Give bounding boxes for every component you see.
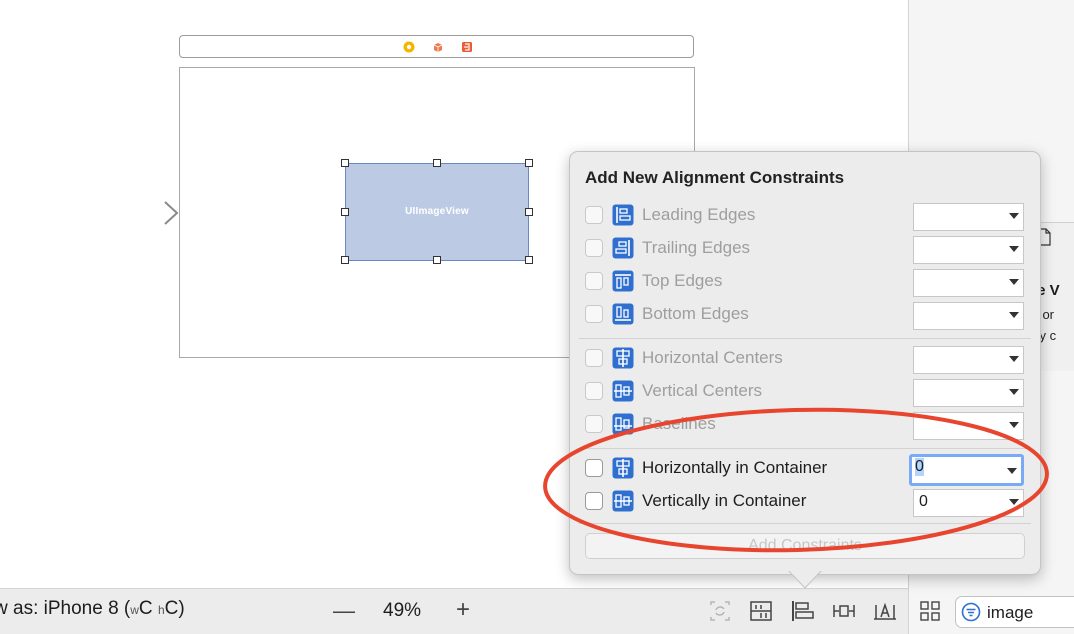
vertical-centers-checkbox[interactable]: [585, 382, 603, 400]
separator: [579, 523, 1031, 524]
chevron-down-icon[interactable]: [1009, 389, 1019, 395]
horizontal-centers-icon: [612, 347, 634, 369]
constraint-label: Bottom Edges: [642, 304, 749, 323]
baselines-checkbox[interactable]: [585, 415, 603, 433]
constraint-row-horizontally-in-container: Horizontally in Container 0: [584, 454, 1026, 486]
horizontally-in-container-icon: [612, 457, 634, 479]
separator: [579, 448, 1031, 449]
leading-edges-checkbox[interactable]: [585, 206, 603, 224]
size-class-prefix: h: [157, 603, 165, 617]
horizontal-centers-offset-combo[interactable]: [913, 346, 1024, 374]
constraint-label: Trailing Edges: [642, 238, 751, 257]
horizontally-in-container-checkbox[interactable]: [585, 459, 603, 477]
zoom-level: 49%: [383, 600, 422, 621]
filter-icon: [961, 602, 981, 622]
resize-handle[interactable]: [525, 208, 533, 216]
constraint-label: Leading Edges: [642, 205, 756, 224]
exit-icon[interactable]: [461, 41, 473, 53]
bottom-edges-icon: [612, 303, 634, 325]
chevron-down-icon[interactable]: [1009, 279, 1019, 285]
library-filter-field[interactable]: image: [955, 596, 1074, 628]
entry-point-arrow[interactable]: [104, 200, 182, 226]
chevron-down-icon[interactable]: [1009, 312, 1019, 318]
add-constraints-button[interactable]: Add Constraints: [585, 533, 1025, 559]
chevron-down-icon[interactable]: [1007, 468, 1017, 474]
scene-dock: [179, 35, 694, 58]
vertical-centers-offset-combo[interactable]: [913, 379, 1024, 407]
baselines-offset-combo[interactable]: [913, 412, 1024, 440]
constraint-row-leading-edges: Leading Edges: [584, 203, 1026, 231]
height-size-class: C): [164, 598, 185, 619]
horizontally-in-container-offset-combo[interactable]: 0: [909, 454, 1024, 486]
constraint-row-horizontal-centers: Horizontal Centers: [584, 346, 1026, 374]
popover-title: Add New Alignment Constraints: [585, 168, 845, 187]
chevron-down-icon[interactable]: [1009, 213, 1019, 219]
zoom-out-button[interactable]: —: [333, 598, 355, 624]
top-edges-offset-combo[interactable]: [913, 269, 1024, 297]
combo-value: 0: [915, 458, 924, 476]
view-controller-icon[interactable]: [403, 41, 415, 53]
constraint-label: Top Edges: [642, 271, 723, 290]
chevron-down-icon[interactable]: [1009, 499, 1019, 505]
image-view-label: UIImageView: [405, 206, 469, 217]
resize-handle[interactable]: [433, 256, 441, 264]
trailing-edges-checkbox[interactable]: [585, 239, 603, 257]
resize-handle[interactable]: [525, 159, 533, 167]
resize-handle[interactable]: [525, 256, 533, 264]
trailing-edges-icon: [612, 237, 634, 259]
vertically-in-container-checkbox[interactable]: [585, 492, 603, 510]
chevron-down-icon[interactable]: [1009, 356, 1019, 362]
constraint-label: Horizontally in Container: [642, 458, 828, 477]
constraint-row-top-edges: Top Edges: [584, 269, 1026, 297]
leading-edges-icon: [612, 204, 634, 226]
resize-handle[interactable]: [433, 159, 441, 167]
chevron-down-icon[interactable]: [1009, 422, 1019, 428]
resize-handle[interactable]: [341, 159, 349, 167]
constraint-row-baselines: Baselines: [584, 412, 1026, 440]
view-as-label: w as: iPhone 8 (: [0, 598, 131, 619]
horizontal-centers-checkbox[interactable]: [585, 349, 603, 367]
constraint-label: Horizontal Centers: [642, 348, 783, 367]
constraint-row-vertically-in-container: Vertically in Container 0: [584, 489, 1026, 517]
size-class-prefix: w: [130, 603, 139, 617]
first-responder-icon[interactable]: [432, 41, 444, 53]
vertically-in-container-offset-combo[interactable]: 0: [913, 489, 1024, 517]
resolve-auto-layout-issues-icon[interactable]: [872, 599, 898, 623]
combo-value: 0: [919, 493, 928, 510]
trailing-edges-offset-combo[interactable]: [913, 236, 1024, 264]
chevron-down-icon[interactable]: [1009, 246, 1019, 252]
constraint-label: Baselines: [642, 414, 716, 433]
embed-in-stack-icon[interactable]: [748, 599, 774, 623]
filter-text: image: [987, 603, 1034, 622]
view-as-device-button[interactable]: w as: iPhone 8 (wC hC): [0, 598, 185, 620]
zoom-in-button[interactable]: +: [456, 596, 470, 624]
leading-edges-offset-combo[interactable]: [913, 203, 1024, 231]
constraint-row-bottom-edges: Bottom Edges: [584, 302, 1026, 330]
vertical-centers-icon: [612, 380, 634, 402]
constraint-label: Vertical Centers: [642, 381, 762, 400]
top-edges-icon: [612, 270, 634, 292]
top-edges-checkbox[interactable]: [585, 272, 603, 290]
update-frames-icon[interactable]: [707, 599, 733, 623]
constraint-label: Vertically in Container: [642, 491, 807, 510]
vertically-in-container-icon: [612, 490, 634, 512]
image-view[interactable]: UIImageView: [341, 159, 533, 264]
resize-handle[interactable]: [341, 208, 349, 216]
popover-arrow: [788, 570, 822, 589]
separator: [579, 338, 1031, 339]
baselines-icon: [612, 413, 634, 435]
bottom-edges-offset-combo[interactable]: [913, 302, 1024, 330]
grid-view-icon[interactable]: [919, 600, 941, 622]
resize-handle[interactable]: [341, 256, 349, 264]
align-icon[interactable]: [789, 599, 815, 623]
constraint-row-vertical-centers: Vertical Centers: [584, 379, 1026, 407]
pin-icon[interactable]: [831, 599, 857, 623]
constraint-row-trailing-edges: Trailing Edges: [584, 236, 1026, 264]
width-size-class: C: [138, 598, 153, 619]
bottom-edges-checkbox[interactable]: [585, 305, 603, 323]
